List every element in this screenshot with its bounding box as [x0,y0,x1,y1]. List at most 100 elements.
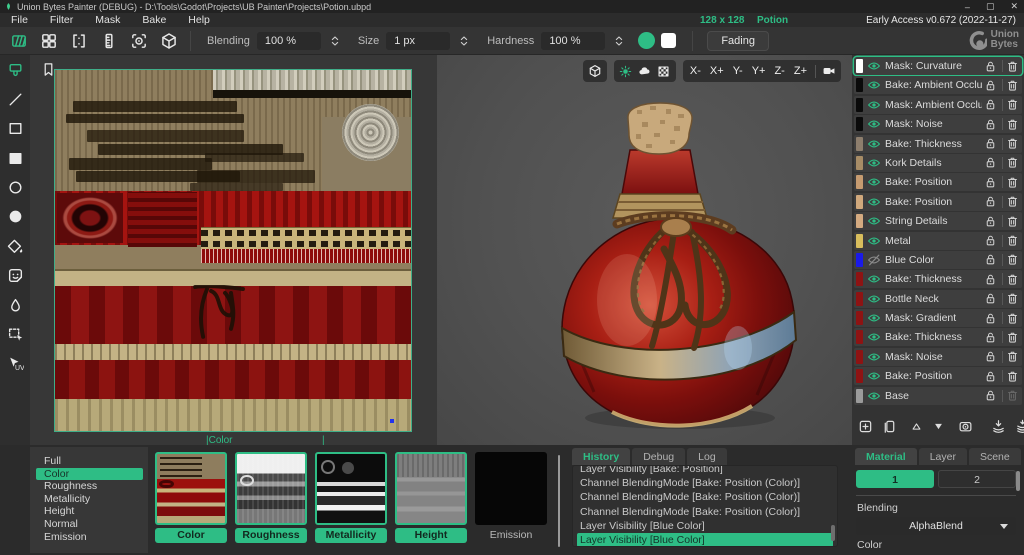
toolbar-ruler-button[interactable] [96,29,122,53]
material-scrollbar[interactable] [1016,471,1020,491]
lock-icon[interactable] [984,137,997,150]
channel-item-color[interactable]: Color [36,468,143,481]
lock-icon[interactable] [984,331,997,344]
layer-row[interactable]: Mask: Noise [854,348,1022,366]
trash-icon[interactable] [1006,253,1019,266]
trash-icon[interactable] [1006,215,1019,228]
eye-icon[interactable] [867,272,881,286]
axis-button-zplus[interactable]: Z+ [791,65,810,77]
history-scrollbar[interactable] [831,525,835,541]
history-entry[interactable]: Channel BlendingMode [Bake: Position (Co… [577,476,833,490]
layer-row[interactable]: Mask: Ambient Occlusion [854,96,1022,114]
eye-icon[interactable] [867,59,881,73]
layer-row[interactable]: Kork Details [854,154,1022,172]
tool-line-button[interactable] [2,86,28,112]
channel-item-roughness[interactable]: Roughness [36,480,143,493]
eye-icon[interactable] [867,117,881,131]
channel-item-normal[interactable]: Normal [36,518,143,531]
trash-icon[interactable] [1006,98,1019,111]
toolbar-capture-button[interactable] [126,29,152,53]
history-entry[interactable]: Layer Visibility [Bake: Position] [577,465,833,476]
tool-brush-button[interactable] [2,57,28,83]
history-entry[interactable]: Layer Visibility [Blue Color] [577,533,833,547]
lock-icon[interactable] [984,195,997,208]
channel-item-full[interactable]: Full [36,455,143,468]
add-layer-button[interactable] [858,418,873,434]
move-layer-up-button[interactable] [910,418,923,434]
tab-debug[interactable]: Debug [632,448,685,465]
layer-row[interactable]: Mask: Gradient [854,309,1022,327]
eye-icon[interactable] [867,350,881,364]
duplicate-layer-button[interactable] [882,418,897,434]
trash-icon[interactable] [1006,312,1019,325]
texture-canvas[interactable] [55,70,411,431]
history-entry[interactable]: Layer Visibility [Blue Color] [577,519,833,533]
trash-icon[interactable] [1006,60,1019,73]
layer-row[interactable]: Base [854,387,1022,405]
viewport-checker-toggle[interactable] [656,63,672,79]
channel-item-metallicity[interactable]: Metallicity [36,493,143,506]
merge-all-button[interactable] [1015,418,1024,434]
merge-down-button[interactable] [991,418,1006,434]
eye-icon[interactable] [867,369,881,383]
tab-scene[interactable]: Scene [969,448,1021,465]
toolbar-paint-pattern-button[interactable] [6,29,32,53]
lock-icon[interactable] [984,118,997,131]
maximize-button[interactable]: ▢ [986,1,995,12]
tool-sticker-button[interactable] [2,263,28,289]
lock-icon[interactable] [984,273,997,286]
blending-value[interactable]: 100 % [257,32,321,50]
channel-thumb-metallicity[interactable]: Metallicity [315,452,387,552]
viewport-cloud-toggle[interactable] [637,63,653,79]
tool-circle-filled-button[interactable] [2,204,28,230]
channel-item-height[interactable]: Height [36,505,143,518]
viewport-3d[interactable]: X-X+Y-Y+Z-Z+ [437,55,852,445]
history-entry[interactable]: Channel BlendingMode [Bake: Position (Co… [577,490,833,504]
tab-layer[interactable]: Layer [919,448,967,465]
axis-button-xplus[interactable]: X+ [707,65,727,77]
channel-thumb-emission[interactable]: Emission [475,452,547,552]
channel-thumb-roughness[interactable]: Roughness [235,452,307,552]
tool-select-move-button[interactable] [2,322,28,348]
layer-row[interactable]: Bottle Neck [854,290,1022,308]
move-layer-down-button[interactable] [932,418,945,434]
material-slot-2[interactable]: 2 [938,470,1016,488]
lock-icon[interactable] [984,156,997,169]
axis-button-zminus[interactable]: Z- [771,65,787,77]
hardness-stepper[interactable] [612,34,626,48]
tab-material[interactable]: Material [855,448,917,465]
layer-row[interactable]: Bake: Thickness [854,135,1022,153]
tab-log[interactable]: Log [687,448,727,465]
lock-icon[interactable] [984,350,997,363]
lock-icon[interactable] [984,98,997,111]
menu-item-bake[interactable]: Bake [131,14,177,26]
layer-row[interactable]: Blue Color [854,251,1022,269]
lock-icon[interactable] [984,312,997,325]
lock-icon[interactable] [984,253,997,266]
viewport-sun-toggle[interactable] [618,63,634,79]
eye-icon[interactable] [867,98,881,112]
secondary-color-swatch[interactable] [661,33,676,48]
layer-row[interactable]: Mask: Noise [854,115,1022,133]
eye-icon[interactable] [867,175,881,189]
eye-icon[interactable] [867,195,881,209]
layer-row[interactable]: Metal [854,232,1022,250]
lock-icon[interactable] [984,176,997,189]
lock-icon[interactable] [984,60,997,73]
trash-icon[interactable] [1006,292,1019,305]
trash-icon[interactable] [1006,234,1019,247]
trash-icon[interactable] [1006,118,1019,131]
tool-fill-bucket-button[interactable] [2,233,28,259]
blending-stepper[interactable] [328,34,342,48]
layer-row[interactable]: String Details [854,212,1022,230]
primary-color-swatch[interactable] [638,32,655,49]
tool-drop-button[interactable] [2,292,28,318]
size-stepper[interactable] [457,34,471,48]
toolbar-cube-button[interactable] [156,29,182,53]
eye-icon[interactable] [867,389,881,403]
history-entry[interactable]: Channel BlendingMode [Bake: Position (Co… [577,505,833,519]
eye-icon[interactable] [867,78,881,92]
eye-icon[interactable] [867,311,881,325]
lock-icon[interactable] [984,292,997,305]
channel-item-emission[interactable]: Emission [36,531,143,544]
